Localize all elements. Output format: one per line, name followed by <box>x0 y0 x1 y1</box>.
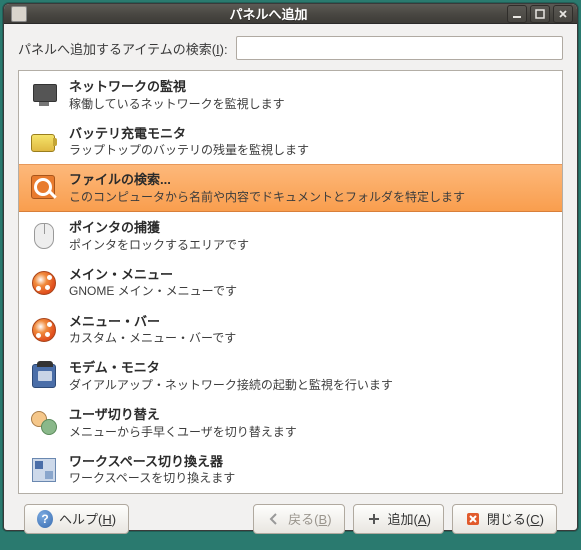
list-item-desc: カスタム・メニュー・バーです <box>69 330 236 346</box>
list-item-desc: メニューから手早くユーザを切り替えます <box>69 424 297 440</box>
list-item-title: ポインタの捕獲 <box>69 219 249 237</box>
button-bar: ? ヘルプ(H) 戻る(B) 追加(A) 閉じる(C) <box>18 494 563 540</box>
titlebar: パネルへ追加 <box>4 4 577 24</box>
list-item[interactable]: バッテリ充電モニタ ラップトップのバッテリの残量を監視します <box>19 118 562 165</box>
content-area: パネルへ追加するアイテムの検索(I): ネットワークの監視 稼働しているネットワ… <box>4 24 577 550</box>
plus-icon <box>366 511 382 527</box>
list-item[interactable]: ワークスペース切り換え器 ワークスペースを切り換えます <box>19 446 562 493</box>
minimize-button[interactable] <box>507 5 527 23</box>
list-item-title: モデム・モニタ <box>69 359 393 377</box>
list-item-desc: ラップトップのバッテリの残量を監視します <box>69 142 309 158</box>
list-item[interactable]: ファイルの検索... このコンピュータから名前や内容でドキュメントとフォルダを特… <box>19 164 562 212</box>
pointer-capture-icon <box>29 221 59 251</box>
list-item-desc: このコンピュータから名前や内容でドキュメントとフォルダを特定します <box>69 189 465 205</box>
list-item-title: ユーザ切り替え <box>69 406 297 424</box>
list-item-title: バッテリ充電モニタ <box>69 125 309 143</box>
list-item[interactable]: ユーザ切り替え メニューから手早くユーザを切り替えます <box>19 399 562 446</box>
search-label: パネルへ追加するアイテムの検索(I): <box>18 39 228 58</box>
list-item-desc: ダイアルアップ・ネットワーク接続の起動と監視を行います <box>69 377 393 393</box>
add-button[interactable]: 追加(A) <box>353 504 444 534</box>
back-button: 戻る(B) <box>253 504 344 534</box>
close-button[interactable]: 閉じる(C) <box>452 504 557 534</box>
list-item[interactable]: メニュー・バー カスタム・メニュー・バーです <box>19 306 562 353</box>
close-window-button[interactable] <box>553 5 573 23</box>
list-item-desc: 稼働しているネットワークを監視します <box>69 96 285 112</box>
list-item-title: ファイルの検索... <box>69 171 465 189</box>
list-item[interactable]: ポインタの捕獲 ポインタをロックするエリアです <box>19 212 562 259</box>
list-item-desc: ワークスペースを切り換えます <box>69 470 235 486</box>
list-item-desc: GNOME メイン・メニューです <box>69 283 237 299</box>
applet-list[interactable]: ネットワークの監視 稼働しているネットワークを監視します バッテリ充電モニタ ラ… <box>18 70 563 494</box>
add-to-panel-window: パネルへ追加 パネルへ追加するアイテムの検索(I): ネットワークの <box>3 3 578 531</box>
search-input[interactable] <box>236 36 563 60</box>
help-button[interactable]: ? ヘルプ(H) <box>24 504 129 534</box>
list-item[interactable]: メイン・メニュー GNOME メイン・メニューです <box>19 259 562 306</box>
list-item[interactable]: ネットワークの監視 稼働しているネットワークを監視します <box>19 71 562 118</box>
main-menu-icon <box>29 268 59 298</box>
user-switch-icon <box>29 408 59 438</box>
battery-icon <box>29 127 59 157</box>
modem-monitor-icon <box>29 361 59 391</box>
list-item-title: メニュー・バー <box>69 313 236 331</box>
workspace-switcher-icon <box>29 455 59 485</box>
close-icon <box>465 511 481 527</box>
help-icon: ? <box>37 511 53 527</box>
maximize-button[interactable] <box>530 5 550 23</box>
list-item-desc: ポインタをロックするエリアです <box>69 237 249 253</box>
search-row: パネルへ追加するアイテムの検索(I): <box>18 36 563 60</box>
app-icon <box>8 6 30 22</box>
search-files-icon <box>29 173 59 203</box>
window-title: パネルへ追加 <box>30 4 507 23</box>
list-item-title: ネットワークの監視 <box>69 78 285 96</box>
list-item-title: メイン・メニュー <box>69 266 237 284</box>
list-item[interactable]: モデム・モニタ ダイアルアップ・ネットワーク接続の起動と監視を行います <box>19 352 562 399</box>
back-arrow-icon <box>266 511 282 527</box>
list-item-title: ワークスペース切り換え器 <box>69 453 235 471</box>
network-monitor-icon <box>29 80 59 110</box>
menu-bar-icon <box>29 315 59 345</box>
